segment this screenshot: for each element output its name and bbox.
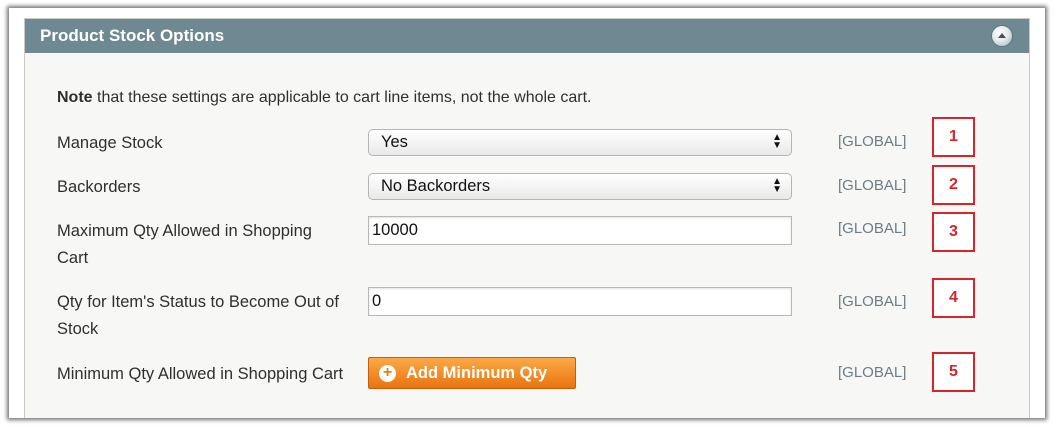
panel-title: Product Stock Options [40,26,225,45]
backorders-label: Backorders [57,178,141,196]
note-bold: Note [57,89,93,106]
out-of-stock-qty-input[interactable]: 0 [368,287,792,316]
note-text: Note that these settings are applicable … [57,89,592,107]
manage-stock-scope: [GLOBAL] [838,133,907,150]
product-stock-options-panel: Product Stock Options Note that these se… [24,18,1030,418]
select-arrows-icon: ▲ ▼ [772,132,782,151]
select-arrows-icon: ▲ ▼ [772,176,782,195]
backorders-scope: [GLOBAL] [838,177,907,194]
callout-2: 2 [932,165,975,205]
add-minimum-qty-button[interactable]: + Add Minimum Qty [368,357,576,389]
callout-5: 5 [932,352,975,392]
callout-1: 1 [932,117,975,157]
out-of-stock-qty-scope: [GLOBAL] [838,293,907,310]
min-qty-scope: [GLOBAL] [838,364,907,381]
callout-4: 4 [932,278,975,318]
manage-stock-select[interactable]: Yes ▲ ▼ [368,129,792,156]
screenshot-frame: Product Stock Options Note that these se… [9,8,1045,418]
min-qty-label: Minimum Qty Allowed in Shopping Cart [57,365,344,383]
backorders-select[interactable]: No Backorders ▲ ▼ [368,173,792,200]
out-of-stock-qty-label: Qty for Item's Status to Become Out of S… [57,293,339,338]
panel-header[interactable]: Product Stock Options [25,19,1029,53]
manage-stock-label: Manage Stock [57,134,163,152]
max-qty-input[interactable]: 10000 [368,216,792,245]
add-minimum-qty-label: Add Minimum Qty [406,363,548,382]
chevron-up-icon[interactable] [991,25,1013,47]
max-qty-scope: [GLOBAL] [838,220,907,237]
note-body: that these settings are applicable to ca… [92,89,592,106]
plus-circle-icon: + [379,364,396,382]
callout-3: 3 [932,212,975,252]
backorders-value: No Backorders [381,177,491,195]
manage-stock-value: Yes [381,133,408,151]
max-qty-label: Maximum Qty Allowed in Shopping Cart [57,222,312,267]
